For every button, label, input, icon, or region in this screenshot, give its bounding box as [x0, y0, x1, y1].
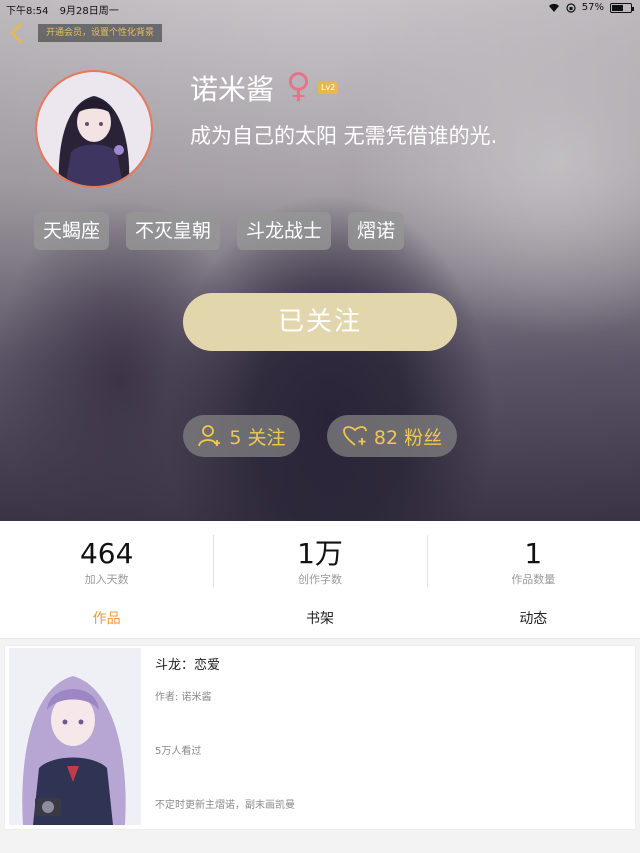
status-time: 下午8:54: [6, 6, 49, 17]
stat-value: 1万: [297, 537, 343, 570]
tab-activity[interactable]: 动态: [427, 599, 640, 638]
stat-label: 加入天数: [84, 573, 129, 586]
work-author: 作者: 诺米酱: [155, 692, 212, 703]
heart-plus-icon: [342, 426, 367, 446]
wifi-icon: [548, 3, 559, 12]
chevron-left-icon: [10, 22, 23, 44]
following-count: 5 关注: [229, 426, 286, 449]
profile-tabs: 作品 书架 动态: [0, 599, 640, 639]
tab-bookshelf[interactable]: 书架: [213, 599, 426, 638]
stat-label: 创作字数: [297, 573, 342, 586]
profile-tags: 天蝎座 不灭皇朝 斗龙战士 熠诺: [34, 212, 405, 250]
followed-button[interactable]: 已关注: [183, 293, 457, 351]
profile-tag[interactable]: 斗龙战士: [237, 212, 332, 250]
vip-background-tip[interactable]: 开通会员，设置个性化背景: [38, 24, 163, 42]
stat-words-written: 1万 创作字数: [213, 521, 426, 599]
avatar[interactable]: [35, 70, 153, 188]
profile-bio: 成为自己的太阳 无需凭借谁的光.: [190, 124, 498, 148]
work-title[interactable]: 斗龙：恋爱: [155, 654, 220, 673]
profile-stats: 464 加入天数 1万 创作字数 1 作品数量: [0, 521, 640, 599]
back-button[interactable]: [8, 22, 26, 44]
stat-value: 1: [524, 537, 543, 570]
stat-days-joined: 464 加入天数: [0, 521, 213, 599]
work-description: 不定时更新主熠诺，副末画凯曼: [155, 800, 295, 811]
profile-tag[interactable]: 天蝎座: [34, 212, 110, 250]
add-user-icon: [198, 425, 221, 447]
stat-works-count: 1 作品数量: [426, 521, 640, 599]
stat-value: 464: [79, 537, 134, 570]
stat-label: 作品数量: [511, 573, 556, 586]
profile-name: 诺米酱: [190, 73, 275, 106]
fans-count: 82 粉丝: [373, 426, 443, 449]
work-views: 5万人看过: [155, 746, 202, 757]
status-bar: 下午8:54 9月28日周一 57%: [0, 0, 640, 18]
work-cover-image: [9, 648, 141, 825]
profile-tag[interactable]: 熠诺: [348, 212, 405, 250]
avatar-illustration: [37, 72, 151, 186]
work-card[interactable]: 斗龙：恋爱 作者: 诺米酱 5万人看过 不定时更新主熠诺，副末画凯曼: [4, 645, 636, 830]
fans-count-button[interactable]: 82 粉丝: [327, 415, 457, 457]
battery-icon: [610, 2, 634, 13]
battery-percent: 57%: [581, 2, 604, 13]
cover-illustration: [9, 648, 141, 825]
following-count-button[interactable]: 5 关注: [183, 415, 300, 457]
orientation-lock-icon: [566, 2, 576, 13]
tab-works[interactable]: 作品: [0, 599, 213, 638]
profile-tag[interactable]: 不灭皇朝: [126, 212, 221, 250]
female-icon: ♀: [286, 66, 311, 106]
status-date: 9月28日周一: [59, 6, 119, 17]
level-badge: Lv2: [318, 82, 339, 94]
